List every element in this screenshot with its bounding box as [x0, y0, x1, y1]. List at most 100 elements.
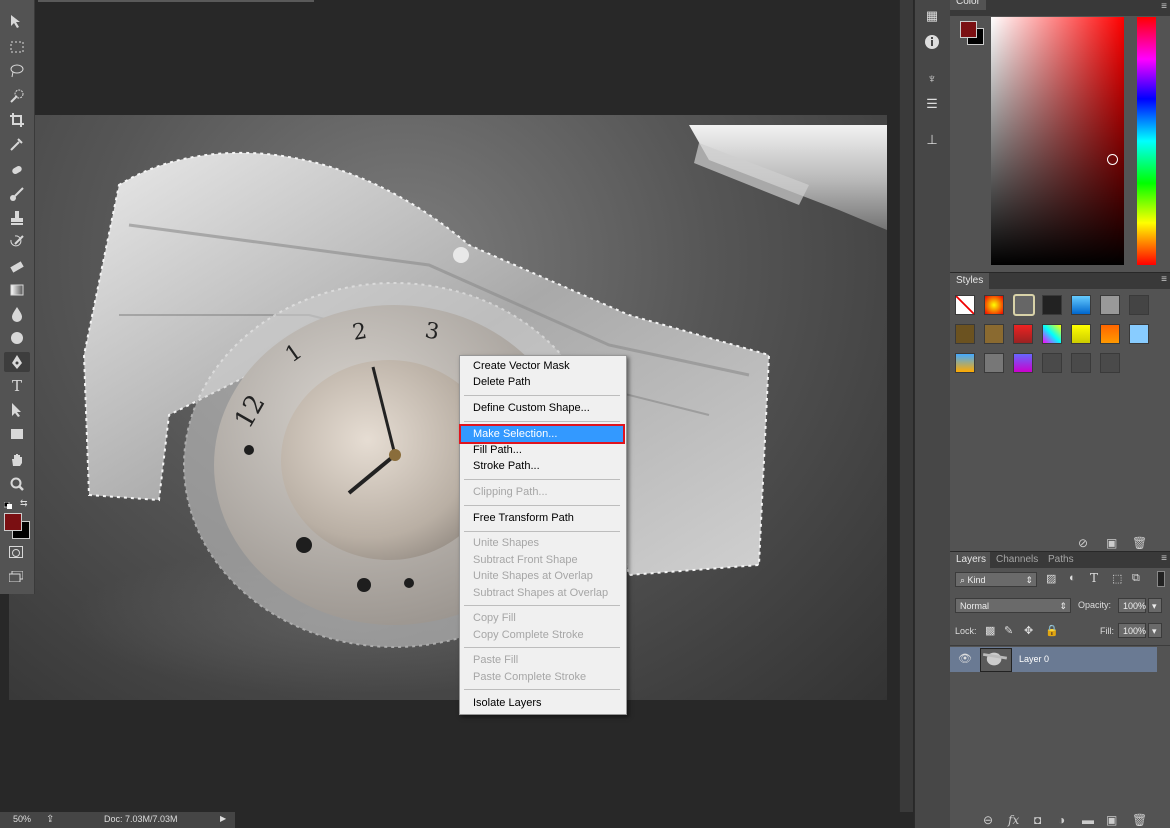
- tab-paths[interactable]: Paths: [1042, 552, 1080, 568]
- delete-layer-icon[interactable]: 🗑: [1132, 813, 1147, 827]
- history-panel-icon[interactable]: ▦: [923, 8, 941, 24]
- brush-presets-icon[interactable]: ♆: [923, 70, 941, 86]
- hue-slider[interactable]: [1137, 17, 1156, 265]
- menu-item-stroke-path[interactable]: Stroke Path...: [473, 459, 540, 473]
- style-swatch[interactable]: [1100, 295, 1120, 315]
- tab-layers[interactable]: Layers: [950, 552, 993, 568]
- style-swatch[interactable]: [1129, 295, 1149, 315]
- layer-filter-kind-select[interactable]: ⌕ Kind ⇕: [955, 572, 1037, 587]
- clone-stamp-tool[interactable]: [4, 208, 30, 228]
- rectangle-tool[interactable]: [4, 424, 30, 444]
- adjustment-layer-icon[interactable]: ◑: [1058, 813, 1065, 827]
- filter-shape-icon[interactable]: ⬚: [1112, 572, 1122, 585]
- lock-all-icon[interactable]: 🔒: [1045, 624, 1059, 637]
- gradient-tool[interactable]: [4, 280, 30, 300]
- adjustments-icon[interactable]: ☰: [923, 96, 941, 112]
- eraser-tool[interactable]: [4, 256, 30, 276]
- filter-pixel-icon[interactable]: ▨: [1046, 572, 1056, 585]
- tab-styles[interactable]: Styles: [950, 273, 990, 289]
- fill-input[interactable]: 100%: [1118, 623, 1146, 638]
- menu-item-make-selection[interactable]: Make Selection...: [473, 427, 557, 441]
- new-group-icon[interactable]: ▬: [1082, 813, 1094, 827]
- swap-colors-icon[interactable]: ⇆: [20, 498, 28, 509]
- lock-image-pixels-icon[interactable]: ✎: [1004, 624, 1013, 637]
- quick-selection-tool[interactable]: [4, 86, 30, 106]
- layer-row[interactable]: 👁 Layer 0: [950, 647, 1157, 672]
- new-layer-icon[interactable]: ▣: [1106, 813, 1117, 827]
- path-selection-tool[interactable]: [4, 400, 30, 420]
- menu-item-create-vector-mask[interactable]: Create Vector Mask: [473, 359, 570, 373]
- menu-item-isolate-layers[interactable]: Isolate Layers: [473, 696, 541, 710]
- filter-toggle-switch[interactable]: [1157, 571, 1165, 587]
- lasso-tool[interactable]: [4, 61, 30, 81]
- info-panel-icon[interactable]: [923, 34, 941, 50]
- quick-mask-icon[interactable]: [9, 546, 23, 558]
- lock-position-icon[interactable]: ✥: [1024, 624, 1033, 637]
- color-panel-foreground-swatch[interactable]: [960, 21, 977, 38]
- menu-item-unite-shapes-at-overlap[interactable]: Unite Shapes at Overlap: [473, 569, 593, 583]
- share-icon[interactable]: ⇪: [46, 814, 54, 825]
- style-swatch[interactable]: [1129, 324, 1149, 344]
- status-menu-arrow-icon[interactable]: ▶: [220, 814, 226, 823]
- filter-type-icon[interactable]: T: [1090, 571, 1098, 585]
- tab-channels[interactable]: Channels: [990, 552, 1045, 568]
- tab-color[interactable]: Color: [950, 0, 986, 10]
- add-mask-icon[interactable]: ◘: [1034, 813, 1041, 827]
- doc-info[interactable]: Doc: 7.03M/7.03M: [104, 814, 178, 824]
- history-brush-tool[interactable]: [4, 232, 30, 252]
- eyedropper-tool[interactable]: [4, 134, 30, 154]
- menu-item-unite-shapes[interactable]: Unite Shapes: [473, 536, 539, 550]
- style-swatch[interactable]: [1100, 353, 1120, 373]
- style-swatch[interactable]: [955, 353, 975, 373]
- image-canvas[interactable]: 12 1 2 3: [9, 115, 887, 700]
- style-swatch[interactable]: [1042, 324, 1062, 344]
- blur-tool[interactable]: [4, 304, 30, 324]
- style-swatch[interactable]: [1013, 353, 1033, 373]
- menu-item-copy-fill[interactable]: Copy Fill: [473, 611, 516, 625]
- menu-item-subtract-shapes-at-overlap[interactable]: Subtract Shapes at Overlap: [473, 586, 608, 600]
- pen-tool[interactable]: [4, 352, 30, 372]
- filter-smart-object-icon[interactable]: ⧉: [1132, 572, 1140, 585]
- menu-item-paste-fill[interactable]: Paste Fill: [473, 653, 518, 667]
- clear-style-icon[interactable]: ⊘: [1078, 536, 1088, 550]
- panel-menu-icon[interactable]: ≡: [1161, 274, 1167, 285]
- style-swatch[interactable]: [1071, 324, 1091, 344]
- style-swatch[interactable]: [1042, 295, 1062, 315]
- delete-style-icon[interactable]: 🗑: [1132, 536, 1147, 550]
- hand-tool[interactable]: [4, 450, 30, 470]
- eye-icon[interactable]: 👁: [958, 652, 972, 665]
- screen-mode-icon[interactable]: [8, 570, 24, 583]
- lock-transparent-pixels-icon[interactable]: ▩: [985, 624, 995, 637]
- color-picker-field[interactable]: [991, 17, 1124, 265]
- menu-item-delete-path[interactable]: Delete Path: [473, 375, 530, 389]
- panel-menu-icon[interactable]: ≡: [1161, 1, 1167, 12]
- layer-name[interactable]: Layer 0: [1019, 654, 1049, 664]
- link-layers-icon[interactable]: ⊖: [983, 813, 993, 827]
- blend-mode-select[interactable]: Normal ⇕: [955, 598, 1071, 613]
- foreground-color-swatch[interactable]: [4, 513, 22, 531]
- style-swatch[interactable]: [1071, 295, 1091, 315]
- move-tool[interactable]: [4, 12, 30, 32]
- healing-brush-tool[interactable]: [4, 160, 30, 180]
- filter-adjustment-icon[interactable]: ◐: [1069, 572, 1076, 584]
- style-swatch[interactable]: [1071, 353, 1091, 373]
- clone-source-icon[interactable]: ⊥: [923, 132, 941, 148]
- menu-item-free-transform-path[interactable]: Free Transform Path: [473, 511, 574, 525]
- dodge-tool[interactable]: [4, 328, 30, 348]
- style-swatch[interactable]: [984, 353, 1004, 373]
- style-swatch[interactable]: [984, 324, 1004, 344]
- default-colors-icon[interactable]: [3, 500, 13, 509]
- style-swatch[interactable]: [984, 295, 1004, 315]
- menu-item-paste-complete-stroke[interactable]: Paste Complete Stroke: [473, 670, 586, 684]
- style-swatch[interactable]: [955, 324, 975, 344]
- menu-item-fill-path[interactable]: Fill Path...: [473, 443, 522, 457]
- zoom-tool[interactable]: [4, 474, 30, 494]
- menu-item-clipping-path[interactable]: Clipping Path...: [473, 485, 548, 499]
- menu-item-define-custom-shape[interactable]: Define Custom Shape...: [473, 401, 590, 415]
- fill-dropdown-arrow-icon[interactable]: ▾: [1148, 623, 1162, 638]
- new-style-icon[interactable]: ▣: [1106, 536, 1117, 550]
- marquee-tool[interactable]: [4, 37, 30, 57]
- color-picker-cursor[interactable]: [1107, 154, 1118, 165]
- brush-tool[interactable]: [4, 184, 30, 204]
- style-swatch-none[interactable]: [955, 295, 975, 315]
